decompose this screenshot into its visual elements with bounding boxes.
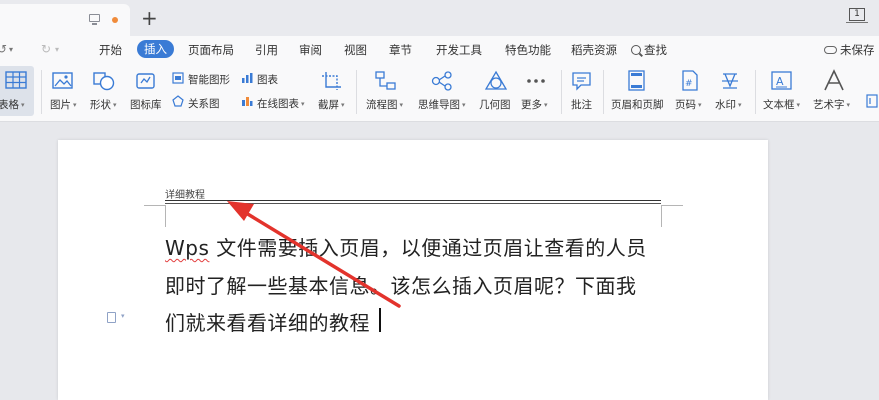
page-number-icon[interactable]: # bbox=[680, 70, 700, 92]
ribbon-separator bbox=[41, 70, 42, 114]
watermark-button[interactable]: 水印 ▾ bbox=[715, 97, 742, 112]
relation-icon bbox=[172, 95, 184, 107]
chart-icon bbox=[241, 72, 253, 84]
menu-chapter[interactable]: 章节 bbox=[389, 42, 412, 58]
svg-text:A: A bbox=[776, 75, 784, 88]
text-cursor bbox=[379, 308, 381, 332]
menu-developer[interactable]: 开发工具 bbox=[436, 42, 482, 58]
menu-review[interactable]: 审阅 bbox=[299, 42, 322, 58]
wordart-icon[interactable] bbox=[822, 69, 846, 93]
search-button[interactable]: 查找 bbox=[631, 42, 667, 58]
menu-home[interactable]: 开始 bbox=[99, 42, 122, 58]
chart-button[interactable]: 图表 bbox=[257, 72, 278, 87]
undo-dropdown-icon[interactable]: ▾ bbox=[9, 45, 13, 54]
symbol-icon[interactable] bbox=[866, 94, 878, 108]
smart-art-icon bbox=[172, 72, 184, 84]
header-footer-button[interactable]: 页眉和页脚 bbox=[611, 97, 664, 112]
shape-button[interactable]: 形状 ▾ bbox=[90, 97, 117, 112]
new-tab-button[interactable]: + bbox=[141, 7, 158, 29]
menu-insert[interactable]: 插入 bbox=[137, 40, 174, 58]
cloud-icon bbox=[824, 46, 837, 54]
search-label: 查找 bbox=[644, 43, 667, 57]
document-tab[interactable] bbox=[0, 4, 130, 36]
mindmap-icon[interactable] bbox=[430, 70, 454, 92]
page-number-button[interactable]: 页码 ▾ bbox=[675, 97, 702, 112]
flowchart-icon[interactable] bbox=[374, 70, 398, 92]
paragraph-handle-icon[interactable] bbox=[107, 312, 116, 323]
textbox-button[interactable]: 文本框 ▾ bbox=[763, 97, 800, 112]
screenshot-button[interactable]: 截屏 ▾ bbox=[318, 97, 345, 112]
unsaved-dot-icon bbox=[112, 17, 118, 23]
online-chart-button[interactable]: 在线图表 ▾ bbox=[257, 96, 305, 111]
menu-features[interactable]: 特色功能 bbox=[505, 42, 551, 58]
ribbon-separator bbox=[356, 70, 357, 114]
icon-library-icon[interactable] bbox=[135, 71, 157, 91]
menu-docer-resources[interactable]: 稻壳资源 bbox=[571, 42, 617, 58]
undo-icon[interactable]: ↺ bbox=[0, 42, 7, 56]
body-line-1[interactable]: Wps 文件需要插入页眉，以便通过页眉让查看的人员 bbox=[165, 232, 647, 261]
mindmap-button[interactable]: 思维导图 ▾ bbox=[418, 97, 466, 112]
page-header-text[interactable]: 详细教程 bbox=[165, 186, 205, 201]
ribbon-separator bbox=[561, 70, 562, 114]
margin-corner-mark-right bbox=[661, 205, 683, 227]
online-chart-icon bbox=[241, 95, 253, 107]
wordart-button[interactable]: 艺术字 ▾ bbox=[813, 97, 850, 112]
header-rule bbox=[165, 200, 661, 202]
screenshot-icon[interactable] bbox=[321, 71, 343, 91]
textbox-icon[interactable]: A bbox=[770, 70, 794, 92]
paragraph-handle-dropdown-icon[interactable]: ▾ bbox=[121, 312, 125, 320]
comment-button[interactable]: 批注 bbox=[571, 97, 592, 112]
watermark-icon[interactable] bbox=[719, 70, 741, 92]
smart-art-button[interactable]: 智能图形 bbox=[188, 72, 230, 87]
menu-page-layout[interactable]: 页面布局 bbox=[188, 42, 234, 58]
picture-button[interactable]: 图片 ▾ bbox=[50, 97, 77, 112]
page-count-icon[interactable]: 1 bbox=[846, 8, 868, 23]
picture-icon[interactable] bbox=[52, 71, 74, 91]
title-bar bbox=[0, 0, 879, 36]
svg-text:#: # bbox=[685, 79, 693, 89]
flowchart-button[interactable]: 流程图 ▾ bbox=[366, 97, 403, 112]
misspelled-word[interactable]: Wps bbox=[165, 236, 209, 260]
menu-view[interactable]: 视图 bbox=[344, 42, 367, 58]
geometry-button[interactable]: 几何图 bbox=[479, 97, 511, 112]
header-rule-secondary bbox=[165, 203, 661, 204]
table-label: 表格 ▾ bbox=[0, 99, 25, 111]
margin-corner-mark-left bbox=[144, 205, 166, 227]
shape-icon[interactable] bbox=[92, 71, 116, 91]
comment-icon[interactable] bbox=[571, 70, 593, 92]
table-icon bbox=[5, 71, 27, 89]
body-line-3[interactable]: 们就来看看详细的教程 bbox=[165, 307, 370, 336]
redo-dropdown-icon[interactable]: ▾ bbox=[55, 45, 59, 54]
body-line-2[interactable]: 即时了解一些基本信息。该怎么插入页眉呢？下面我 bbox=[165, 270, 637, 299]
ribbon-separator bbox=[603, 70, 604, 114]
geometry-icon[interactable] bbox=[484, 70, 508, 92]
header-footer-icon[interactable] bbox=[627, 70, 647, 92]
save-status-label: 未保存 bbox=[840, 43, 875, 57]
ribbon-separator bbox=[755, 70, 756, 114]
relation-button[interactable]: 关系图 bbox=[188, 96, 220, 111]
search-icon bbox=[631, 45, 641, 55]
more-button[interactable]: 更多 ▾ bbox=[521, 97, 548, 112]
redo-icon[interactable]: ↻ bbox=[41, 42, 51, 56]
more-icon[interactable] bbox=[525, 74, 547, 88]
monitor-icon[interactable] bbox=[89, 14, 100, 25]
menu-references[interactable]: 引用 bbox=[255, 42, 278, 58]
save-status[interactable]: 未保存 bbox=[824, 42, 875, 58]
icon-library-button[interactable]: 图标库 bbox=[130, 97, 162, 112]
